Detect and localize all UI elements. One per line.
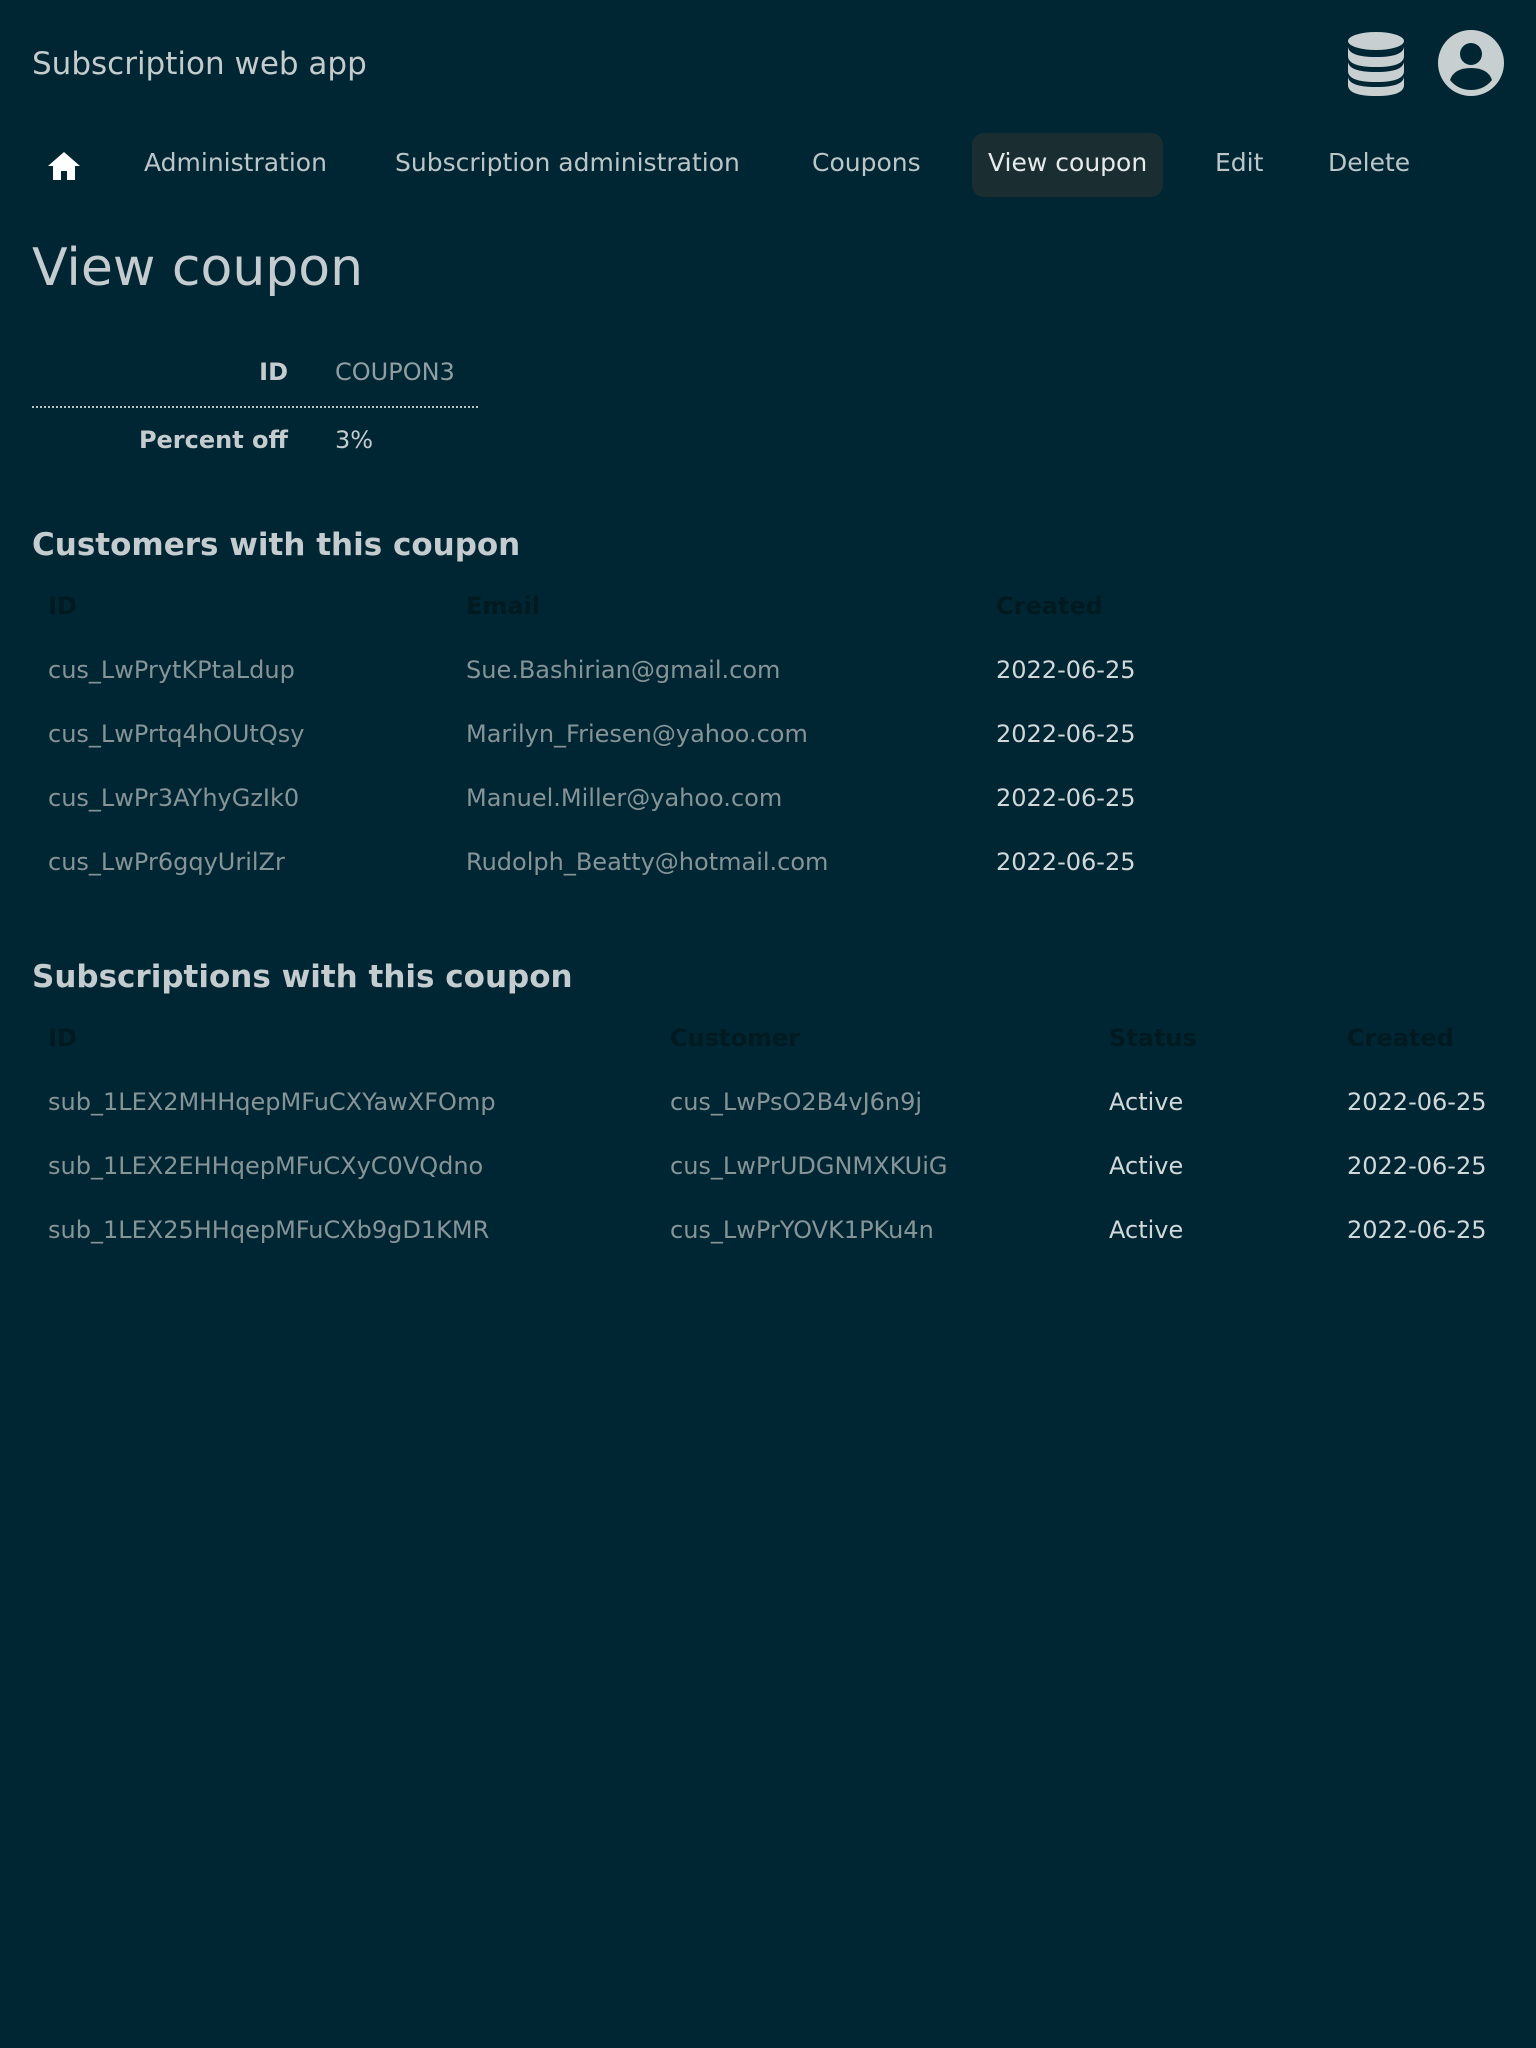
detail-value-id: COUPON3 — [335, 358, 455, 386]
column-header-customer: Customer — [670, 1024, 801, 1052]
database-icon[interactable] — [1346, 30, 1406, 96]
table-row: cus_LwPrytKPtaLdup Sue.Bashirian@gmail.c… — [32, 638, 1516, 702]
customer-created: 2022-06-25 — [996, 848, 1136, 876]
table-row: cus_LwPr6gqyUrilZr Rudolph_Beatty@hotmai… — [32, 830, 1516, 894]
subscriptions-section-title: Subscriptions with this coupon — [32, 959, 573, 995]
customers-section-title: Customers with this coupon — [32, 527, 521, 563]
nav-administration[interactable]: Administration — [144, 133, 327, 197]
customer-created: 2022-06-25 — [996, 720, 1136, 748]
column-header-email: Email — [466, 592, 541, 620]
table-row: sub_1LEX2EHHqepMFuCXyC0VQdno cus_LwPrUDG… — [32, 1134, 1516, 1198]
customer-id-link[interactable]: cus_LwPr3AYhyGzIk0 — [48, 766, 299, 830]
subscription-customer-link[interactable]: cus_LwPsO2B4vJ6n9j — [670, 1070, 922, 1134]
detail-row-id: ID COUPON3 — [32, 340, 478, 408]
table-header-row: ID Customer Status Created — [32, 1006, 1516, 1070]
subscription-created: 2022-06-25 — [1347, 1088, 1487, 1116]
app-header: Subscription web app — [0, 0, 1536, 126]
customers-table: ID Email Created cus_LwPrytKPtaLdup Sue.… — [32, 574, 1516, 894]
subscription-status: Active — [1109, 1088, 1184, 1116]
breadcrumb-nav: Administration Subscription administrati… — [32, 133, 1512, 197]
subscriptions-table: ID Customer Status Created sub_1LEX2MHHq… — [32, 1006, 1516, 1262]
customer-id-link[interactable]: cus_LwPrytKPtaLdup — [48, 638, 295, 702]
subscription-created: 2022-06-25 — [1347, 1216, 1487, 1244]
customer-id-link[interactable]: cus_LwPr6gqyUrilZr — [48, 830, 285, 894]
nav-view-coupon[interactable]: View coupon — [972, 133, 1164, 197]
customer-created: 2022-06-25 — [996, 784, 1136, 812]
subscription-id-link[interactable]: sub_1LEX2MHHqepMFuCXYawXFOmp — [48, 1070, 496, 1134]
column-header-id: ID — [48, 592, 77, 620]
detail-row-percent-off: Percent off 3% — [32, 408, 478, 474]
table-row: sub_1LEX25HHqepMFuCXb9gD1KMR cus_LwPrYOV… — [32, 1198, 1516, 1262]
customer-email-link[interactable]: Marilyn_Friesen@yahoo.com — [466, 702, 808, 766]
column-header-created: Created — [1347, 1024, 1454, 1052]
customer-email-link[interactable]: Sue.Bashirian@gmail.com — [466, 638, 780, 702]
customer-email-link[interactable]: Manuel.Miller@yahoo.com — [466, 766, 782, 830]
nav-edit[interactable]: Edit — [1215, 133, 1263, 197]
subscription-created: 2022-06-25 — [1347, 1152, 1487, 1180]
subscription-id-link[interactable]: sub_1LEX25HHqepMFuCXb9gD1KMR — [48, 1198, 489, 1262]
subscription-status: Active — [1109, 1152, 1184, 1180]
subscription-customer-link[interactable]: cus_LwPrUDGNMXKUiG — [670, 1134, 948, 1198]
subscription-id-link[interactable]: sub_1LEX2EHHqepMFuCXyC0VQdno — [48, 1134, 483, 1198]
subscription-status: Active — [1109, 1216, 1184, 1244]
column-header-id: ID — [48, 1024, 77, 1052]
column-header-status: Status — [1109, 1024, 1197, 1052]
customer-email-link[interactable]: Rudolph_Beatty@hotmail.com — [466, 830, 828, 894]
table-row: cus_LwPr3AYhyGzIk0 Manuel.Miller@yahoo.c… — [32, 766, 1516, 830]
home-icon[interactable] — [46, 150, 82, 182]
nav-delete[interactable]: Delete — [1328, 133, 1410, 197]
detail-value-percent-off: 3% — [335, 426, 374, 454]
subscription-customer-link[interactable]: cus_LwPrYOVK1PKu4n — [670, 1198, 934, 1262]
table-header-row: ID Email Created — [32, 574, 1516, 638]
coupon-details: ID COUPON3 Percent off 3% — [32, 340, 478, 474]
table-row: cus_LwPrtq4hOUtQsy Marilyn_Friesen@yahoo… — [32, 702, 1516, 766]
nav-subscription-administration[interactable]: Subscription administration — [395, 133, 740, 197]
customer-created: 2022-06-25 — [996, 656, 1136, 684]
page-title: View coupon — [32, 238, 364, 298]
app-title: Subscription web app — [32, 46, 367, 82]
customer-id-link[interactable]: cus_LwPrtq4hOUtQsy — [48, 702, 304, 766]
column-header-created: Created — [996, 592, 1103, 620]
table-row: sub_1LEX2MHHqepMFuCXYawXFOmp cus_LwPsO2B… — [32, 1070, 1516, 1134]
detail-label-percent-off: Percent off — [138, 426, 288, 454]
nav-coupons[interactable]: Coupons — [812, 133, 921, 197]
detail-label-id: ID — [259, 358, 288, 386]
user-circle-icon[interactable] — [1438, 30, 1504, 96]
